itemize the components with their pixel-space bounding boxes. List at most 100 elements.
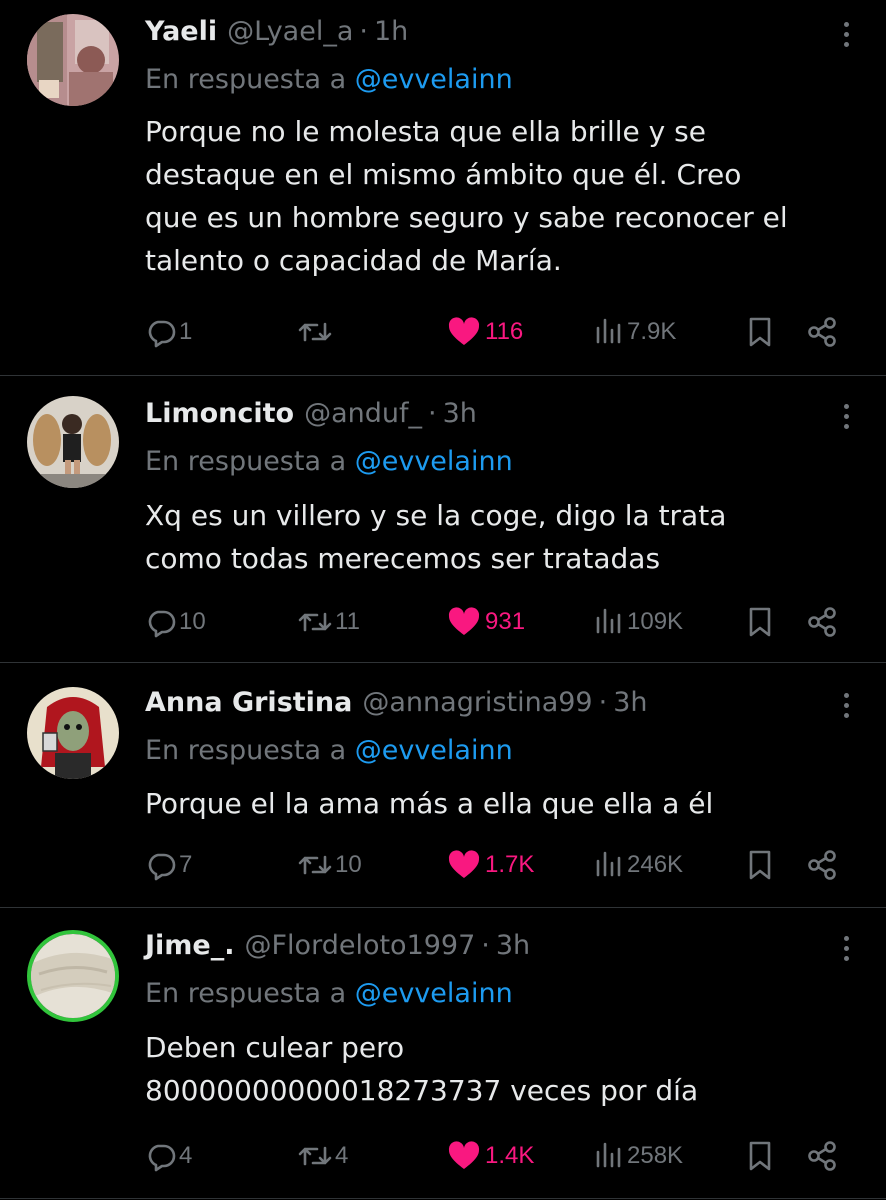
share-button[interactable]: [805, 312, 839, 352]
reply-button[interactable]: 4: [145, 1136, 192, 1176]
retweet-icon: [298, 855, 332, 875]
more-icon[interactable]: [836, 685, 856, 725]
bookmark-button[interactable]: [745, 602, 775, 642]
tweet-text: Porque no le molesta que ella brille y s…: [145, 110, 865, 282]
views-button[interactable]: 109K: [595, 602, 683, 642]
reply-mention-link[interactable]: @evvelainn: [355, 446, 513, 477]
reply-icon: [148, 320, 176, 348]
reply-prefix: En respuesta a: [145, 446, 347, 477]
views-count: 109K: [627, 608, 684, 635]
tweet-header: Limoncito @anduf_ · 3h: [145, 394, 477, 434]
like-button[interactable]: 1.7K: [447, 845, 534, 885]
avatar[interactable]: [27, 396, 119, 488]
views-count: 246K: [627, 851, 684, 878]
reply-context: En respuesta a @evvelainn: [145, 731, 513, 771]
bookmark-button[interactable]: [745, 1136, 775, 1176]
reply-count: 7: [179, 851, 193, 878]
heart-icon: [448, 1141, 480, 1169]
reply-mention-link[interactable]: @evvelainn: [355, 735, 513, 766]
reply-prefix: En respuesta a: [145, 64, 347, 95]
share-icon: [808, 850, 836, 880]
retweet-count: 10: [335, 851, 362, 878]
tweet-text-line: 80000000000018273737 veces por día: [145, 1074, 699, 1107]
timestamp[interactable]: 1h: [374, 12, 408, 52]
tweet-header: Anna Gristina @annagristina99 · 3h: [145, 683, 648, 723]
action-bar: 4 4 1.4K 258K: [145, 1136, 845, 1176]
reply-context: En respuesta a @evvelainn: [145, 974, 513, 1014]
author-handle[interactable]: @Lyael_a: [227, 12, 353, 52]
tweet[interactable]: Anna Gristina @annagristina99 · 3h En re…: [0, 663, 886, 908]
share-button[interactable]: [805, 845, 839, 885]
retweet-button[interactable]: 11: [297, 602, 360, 642]
heart-icon: [448, 317, 480, 345]
retweet-button[interactable]: 4: [297, 1136, 348, 1176]
like-count: 1.7K: [485, 851, 535, 878]
bookmark-icon: [749, 850, 771, 880]
bookmark-button[interactable]: [745, 312, 775, 352]
reply-button[interactable]: 10: [145, 602, 206, 642]
retweet-button[interactable]: 10: [297, 845, 362, 885]
author-name[interactable]: Anna Gristina: [145, 683, 352, 723]
share-icon: [808, 317, 836, 347]
author-name[interactable]: Jime_.: [145, 926, 235, 966]
tweet-header: Jime_. @Flordeloto1997 · 3h: [145, 926, 530, 966]
share-button[interactable]: [805, 602, 839, 642]
views-count: 7.9K: [627, 318, 677, 345]
avatar[interactable]: [27, 930, 119, 1022]
retweet-icon: [298, 322, 332, 342]
more-icon[interactable]: [836, 14, 856, 54]
tweet[interactable]: Yaeli @Lyael_a · 1h En respuesta a @evve…: [0, 0, 886, 376]
reply-prefix: En respuesta a: [145, 978, 347, 1009]
timestamp[interactable]: 3h: [443, 394, 477, 434]
reply-button[interactable]: 1: [145, 312, 192, 352]
avatar[interactable]: [27, 687, 119, 779]
reply-mention-link[interactable]: @evvelainn: [355, 978, 513, 1009]
tweet[interactable]: Limoncito @anduf_ · 3h En respuesta a @e…: [0, 376, 886, 663]
avatar[interactable]: [27, 14, 119, 106]
reply-count: 4: [179, 1142, 193, 1169]
tweet-header: Yaeli @Lyael_a · 1h: [145, 12, 408, 52]
author-name[interactable]: Limoncito: [145, 394, 294, 434]
author-handle[interactable]: @annagristina99: [362, 683, 592, 723]
author-name[interactable]: Yaeli: [145, 12, 217, 52]
more-icon[interactable]: [836, 396, 856, 436]
views-button[interactable]: 7.9K: [595, 312, 676, 352]
like-count: 1.4K: [485, 1142, 535, 1169]
share-button[interactable]: [805, 1136, 839, 1176]
bookmark-button[interactable]: [745, 845, 775, 885]
views-button[interactable]: 258K: [595, 1136, 683, 1176]
tweet[interactable]: Jime_. @Flordeloto1997 · 3h En respuesta…: [0, 908, 886, 1199]
views-icon: [596, 1142, 621, 1168]
tweet-text: Porque el la ama más a ella que ella a é…: [145, 782, 865, 825]
tweet-text-line: Deben culear pero: [145, 1031, 405, 1064]
retweet-icon: [298, 1146, 332, 1166]
separator-dot: ·: [598, 687, 608, 718]
more-icon[interactable]: [836, 928, 856, 968]
reply-icon: [148, 1144, 176, 1172]
like-count: 931: [485, 608, 526, 635]
reply-count: 10: [179, 608, 206, 635]
author-handle[interactable]: @Flordeloto1997: [245, 926, 476, 966]
like-button[interactable]: 931: [447, 602, 525, 642]
tweet-text-line: Porque no le molesta que ella brille y s…: [145, 115, 706, 148]
heart-icon: [448, 607, 480, 635]
retweet-count: 4: [335, 1142, 349, 1169]
timestamp[interactable]: 3h: [496, 926, 530, 966]
like-button[interactable]: 1.4K: [447, 1136, 534, 1176]
separator-dot: ·: [428, 398, 437, 429]
retweet-button[interactable]: [297, 312, 335, 352]
bookmark-icon: [749, 1141, 771, 1171]
share-icon: [808, 1141, 836, 1171]
reply-icon: [148, 853, 176, 881]
action-bar: 10 11 931 109K: [145, 602, 845, 642]
like-button[interactable]: 116: [447, 312, 523, 352]
timestamp[interactable]: 3h: [613, 683, 647, 723]
action-bar: 1 116 7.9K: [145, 312, 845, 352]
author-handle[interactable]: @anduf_: [304, 394, 422, 434]
retweet-icon: [298, 612, 332, 632]
like-count: 116: [485, 318, 524, 345]
views-count: 258K: [627, 1142, 684, 1169]
views-button[interactable]: 246K: [595, 845, 683, 885]
reply-mention-link[interactable]: @evvelainn: [355, 64, 513, 95]
reply-button[interactable]: 7: [145, 845, 192, 885]
